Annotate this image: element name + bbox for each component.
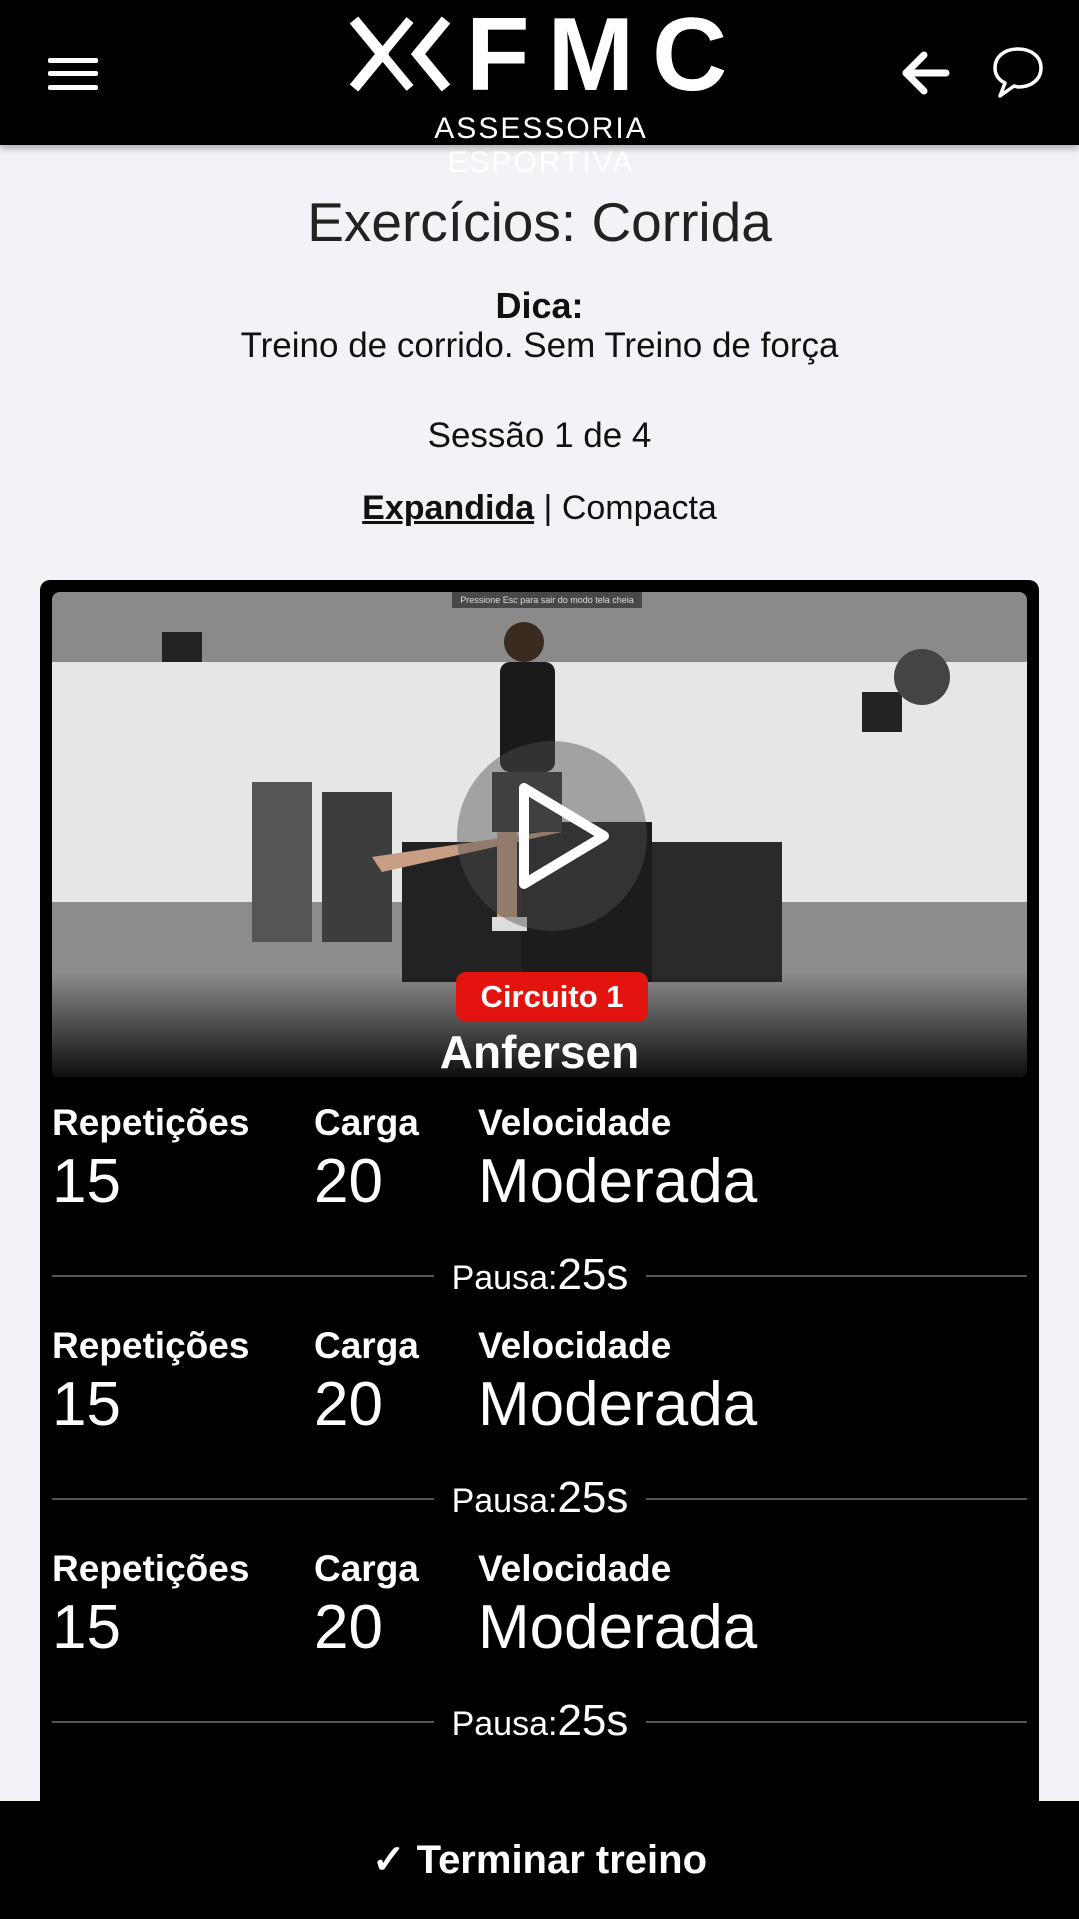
finish-workout-button[interactable]: ✓ Terminar treino <box>0 1801 1079 1919</box>
pause-text: Pausa:25s <box>434 1250 646 1300</box>
tip-text: Treino de corrido. Sem Treino de força <box>240 326 839 365</box>
logo-text: FMC <box>466 0 746 113</box>
pause-divider: Pausa:25s <box>52 1250 1027 1300</box>
load-label: Carga <box>314 1548 419 1589</box>
speed-label: Velocidade <box>478 1102 672 1143</box>
reps-value: 15 <box>52 1147 121 1216</box>
tip-label: Dica: <box>495 285 584 326</box>
reps-value: 15 <box>52 1593 121 1662</box>
logo-subtitle: ASSESSORIA ESPORTIVA <box>434 112 648 179</box>
divider-line <box>52 1275 434 1277</box>
speed-column: Velocidade Moderada <box>478 1546 757 1664</box>
circuit-badge: Circuito 1 <box>456 972 648 1022</box>
divider-line <box>646 1275 1027 1277</box>
load-column: Carga 20 <box>314 1546 419 1664</box>
set-row: Repetições 15 Carga 20 Velocidade Modera… <box>52 1100 1027 1320</box>
reps-label: Repetições <box>52 1102 250 1143</box>
pause-label: Pausa: <box>451 1482 558 1520</box>
pause-value: 25s <box>557 1250 629 1299</box>
session-counter: Sessão 1 de 4 <box>427 416 652 455</box>
fmc-logo: FMC ASSESSORIA ESPORTIVA <box>338 0 738 179</box>
app-header: FMC ASSESSORIA ESPORTIVA <box>0 0 1079 179</box>
exercise-video[interactable]: Pressione Esc para sair do modo tela che… <box>52 592 1027 1077</box>
divider-line <box>646 1721 1027 1723</box>
play-icon[interactable] <box>452 736 652 936</box>
speed-label: Velocidade <box>478 1548 672 1589</box>
reps-label: Repetições <box>52 1325 250 1366</box>
speed-column: Velocidade Moderada <box>478 1323 757 1441</box>
divider-line <box>52 1721 434 1723</box>
page-title: Exercícios: Corrida <box>307 191 772 253</box>
load-label: Carga <box>314 1325 419 1366</box>
speed-value: Moderada <box>478 1370 758 1439</box>
reps-column: Repetições 15 <box>52 1100 249 1218</box>
divider-line <box>646 1498 1027 1500</box>
exercise-card: Pressione Esc para sair do modo tela che… <box>40 580 1039 1919</box>
pause-text: Pausa:25s <box>434 1473 646 1523</box>
load-label: Carga <box>314 1102 419 1143</box>
set-row: Repetições 15 Carga 20 Velocidade Modera… <box>52 1323 1027 1543</box>
pause-label: Pausa: <box>451 1259 558 1297</box>
view-expanded-link[interactable]: Expandida <box>362 489 534 527</box>
load-value: 20 <box>314 1370 383 1439</box>
menu-icon[interactable] <box>48 56 98 92</box>
set-row: Repetições 15 Carga 20 Velocidade Modera… <box>52 1546 1027 1766</box>
view-mode-toggle: Expandida | Compacta <box>0 486 1079 530</box>
pause-divider: Pausa:25s <box>52 1696 1027 1746</box>
speed-column: Velocidade Moderada <box>478 1100 757 1218</box>
pause-value: 25s <box>557 1696 629 1745</box>
divider-line <box>52 1498 434 1500</box>
view-separator: | <box>534 489 562 527</box>
logo-chevrons-icon <box>349 16 451 92</box>
fullscreen-hint: Pressione Esc para sair do modo tela che… <box>452 592 642 608</box>
pause-label: Pausa: <box>451 1705 558 1743</box>
reps-value: 15 <box>52 1370 121 1439</box>
reps-column: Repetições 15 <box>52 1546 249 1664</box>
pause-divider: Pausa:25s <box>52 1473 1027 1523</box>
speed-value: Moderada <box>478 1593 758 1662</box>
chat-icon[interactable] <box>990 44 1046 100</box>
speed-value: Moderada <box>478 1147 758 1216</box>
load-column: Carga 20 <box>314 1100 419 1218</box>
speed-label: Velocidade <box>478 1325 672 1366</box>
reps-column: Repetições 15 <box>52 1323 249 1441</box>
exercise-name: Anfersen <box>439 1026 640 1077</box>
pause-value: 25s <box>557 1473 629 1522</box>
load-value: 20 <box>314 1593 383 1662</box>
load-value: 20 <box>314 1147 383 1216</box>
view-compact-link[interactable]: Compacta <box>562 489 717 527</box>
load-column: Carga 20 <box>314 1323 419 1441</box>
back-arrow-icon[interactable] <box>900 50 950 96</box>
reps-label: Repetições <box>52 1548 250 1589</box>
pause-text: Pausa:25s <box>434 1696 646 1746</box>
